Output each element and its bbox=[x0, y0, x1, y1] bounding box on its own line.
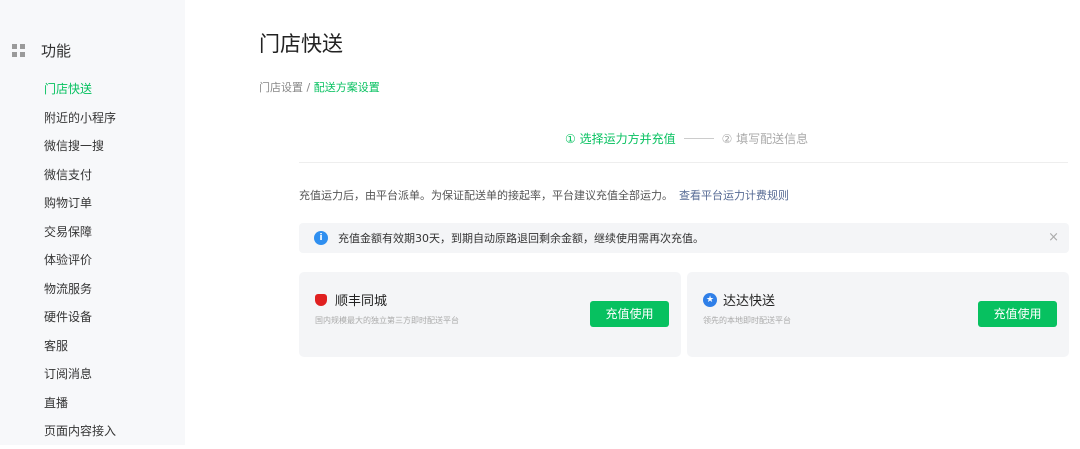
description-text: 充值运力后，由平台派单。为保证配送单的接起率，平台建议充值全部运力。 bbox=[299, 189, 673, 202]
carrier-name: 顺丰同城 bbox=[335, 294, 388, 309]
grid-icon bbox=[12, 44, 25, 57]
sidebar-item-store-delivery[interactable]: 门店快送 bbox=[44, 78, 116, 107]
sidebar-item-live[interactable]: 直播 bbox=[44, 392, 116, 421]
sidebar-item-page-content[interactable]: 页面内容接入 bbox=[44, 420, 116, 449]
page-title: 门店快送 bbox=[259, 32, 343, 56]
sidebar-item-reviews[interactable]: 体验评价 bbox=[44, 249, 116, 278]
sidebar-menu: 门店快送 附近的小程序 微信搜一搜 微信支付 购物订单 交易保障 体验评价 物流… bbox=[44, 78, 116, 449]
sidebar-item-wechat-pay[interactable]: 微信支付 bbox=[44, 164, 116, 193]
sidebar-item-hardware[interactable]: 硬件设备 bbox=[44, 306, 116, 335]
sidebar-item-trade-guarantee[interactable]: 交易保障 bbox=[44, 221, 116, 250]
breadcrumb-separator: / bbox=[303, 81, 314, 94]
carrier-description: 领先的本地即时配送平台 bbox=[703, 316, 791, 325]
dada-logo-icon: ★ bbox=[703, 292, 717, 307]
breadcrumb-current: 配送方案设置 bbox=[313, 81, 380, 94]
steps: ① 选择运力方并充值 ② 填写配送信息 bbox=[565, 130, 808, 147]
breadcrumb-parent[interactable]: 门店设置 bbox=[259, 81, 303, 94]
carrier-card-sf: 顺丰同城 国内规模最大的独立第三方即时配送平台 充值使用 bbox=[299, 272, 681, 357]
divider bbox=[299, 162, 1068, 163]
sidebar-item-customer-service[interactable]: 客服 bbox=[44, 335, 116, 364]
info-icon: i bbox=[314, 231, 328, 245]
sidebar-item-orders[interactable]: 购物订单 bbox=[44, 192, 116, 221]
sidebar-item-logistics[interactable]: 物流服务 bbox=[44, 278, 116, 307]
breadcrumb: 门店设置 / 配送方案设置 bbox=[259, 79, 380, 95]
sidebar-heading-label: 功能 bbox=[41, 42, 72, 60]
sidebar-item-nearby-miniprogram[interactable]: 附近的小程序 bbox=[44, 107, 116, 136]
sf-logo-icon bbox=[315, 293, 327, 306]
sidebar: 功能 门店快送 附近的小程序 微信搜一搜 微信支付 购物订单 交易保障 体验评价… bbox=[0, 0, 185, 445]
step-2: ② 填写配送信息 bbox=[721, 132, 809, 146]
step-1: ① 选择运力方并充值 bbox=[565, 132, 676, 146]
carrier-name: 达达快送 bbox=[723, 294, 776, 309]
description: 充值运力后，由平台派单。为保证配送单的接起率，平台建议充值全部运力。 查看平台运力… bbox=[299, 187, 789, 203]
sidebar-heading: 功能 bbox=[12, 40, 71, 61]
notice-bar: i 充值金额有效期30天，到期自动原路退回剩余金额，继续使用需再次充值。 × bbox=[299, 223, 1069, 253]
step-connector bbox=[683, 138, 714, 139]
billing-rules-link[interactable]: 查看平台运力计费规则 bbox=[679, 189, 789, 202]
carrier-description: 国内规模最大的独立第三方即时配送平台 bbox=[315, 316, 459, 325]
content-panel: ① 选择运力方并充值 ② 填写配送信息 充值运力后，由平台派单。为保证配送单的接… bbox=[259, 113, 1080, 445]
close-icon[interactable]: × bbox=[1048, 230, 1059, 245]
sidebar-item-wechat-search[interactable]: 微信搜一搜 bbox=[44, 135, 116, 164]
notice-text: 充值金额有效期30天，到期自动原路退回剩余金额，继续使用需再次充值。 bbox=[338, 232, 704, 245]
sidebar-item-subscribe-messages[interactable]: 订阅消息 bbox=[44, 363, 116, 392]
recharge-button[interactable]: 充值使用 bbox=[590, 301, 669, 327]
recharge-button[interactable]: 充值使用 bbox=[978, 301, 1057, 327]
carrier-card-dada: ★ 达达快送 领先的本地即时配送平台 充值使用 bbox=[687, 272, 1069, 357]
